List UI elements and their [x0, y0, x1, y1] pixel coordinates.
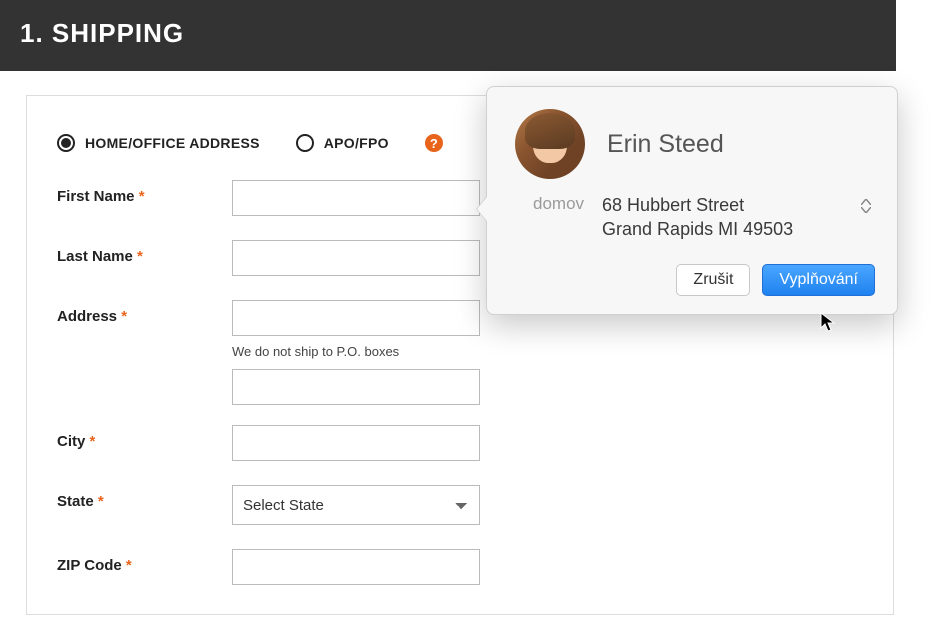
field-label: ZIP Code * [57, 549, 232, 574]
field-label: State * [57, 485, 232, 510]
chevron-up-icon [861, 199, 871, 205]
field-city: City * [57, 425, 863, 461]
address-line2: Grand Rapids MI 49503 [602, 217, 839, 241]
radio-apo-fpo[interactable]: APO/FPO [296, 134, 389, 152]
field-zip: ZIP Code * [57, 549, 863, 585]
field-state: State * Select State [57, 485, 863, 525]
required-marker: * [90, 433, 96, 450]
address-type-label: domov [533, 193, 584, 214]
label-text: ZIP Code [57, 557, 122, 574]
required-marker: * [139, 188, 145, 205]
radio-home-office[interactable]: HOME/OFFICE ADDRESS [57, 134, 260, 152]
help-icon[interactable]: ? [425, 134, 443, 152]
address-row: domov 68 Hubbert Street Grand Rapids MI … [533, 193, 875, 242]
address-line1: 68 Hubbert Street [602, 193, 839, 217]
required-marker: * [121, 308, 127, 325]
field-label: First Name * [57, 180, 232, 205]
avatar [515, 109, 585, 179]
first-name-input[interactable] [232, 180, 480, 216]
fill-button[interactable]: Vyplňování [762, 264, 875, 296]
required-marker: * [126, 557, 132, 574]
address-line1-input[interactable] [232, 300, 480, 336]
zip-input[interactable] [232, 549, 480, 585]
label-text: Last Name [57, 248, 133, 265]
radio-icon [57, 134, 75, 152]
contact-header: Erin Steed [515, 109, 875, 179]
field-label: Last Name * [57, 240, 232, 265]
radio-label: APO/FPO [324, 135, 389, 151]
checkout-step-header: 1. SHIPPING [0, 0, 896, 71]
label-text: City [57, 433, 85, 450]
address-lines: 68 Hubbert Street Grand Rapids MI 49503 [602, 193, 839, 242]
last-name-input[interactable] [232, 240, 480, 276]
field-label: City * [57, 425, 232, 450]
required-marker: * [98, 493, 104, 510]
required-marker: * [137, 248, 143, 265]
label-text: State [57, 493, 94, 510]
cancel-button[interactable]: Zrušit [676, 264, 750, 296]
chevron-down-icon [861, 207, 871, 213]
label-text: First Name [57, 188, 135, 205]
autofill-contact-popover: Erin Steed domov 68 Hubbert Street Grand… [486, 86, 898, 315]
radio-label: HOME/OFFICE ADDRESS [85, 135, 260, 151]
radio-icon [296, 134, 314, 152]
address-picker-stepper[interactable] [857, 199, 875, 213]
field-label: Address * [57, 300, 232, 325]
page-title: 1. SHIPPING [20, 18, 876, 49]
label-text: Address [57, 308, 117, 325]
contact-name: Erin Steed [607, 130, 724, 159]
field-address: Address * We do not ship to P.O. boxes [57, 300, 863, 405]
address-hint: We do not ship to P.O. boxes [232, 344, 480, 359]
state-select[interactable]: Select State [232, 485, 480, 525]
city-input[interactable] [232, 425, 480, 461]
address-line2-input[interactable] [232, 369, 480, 405]
popover-button-row: Zrušit Vyplňování [515, 264, 875, 296]
